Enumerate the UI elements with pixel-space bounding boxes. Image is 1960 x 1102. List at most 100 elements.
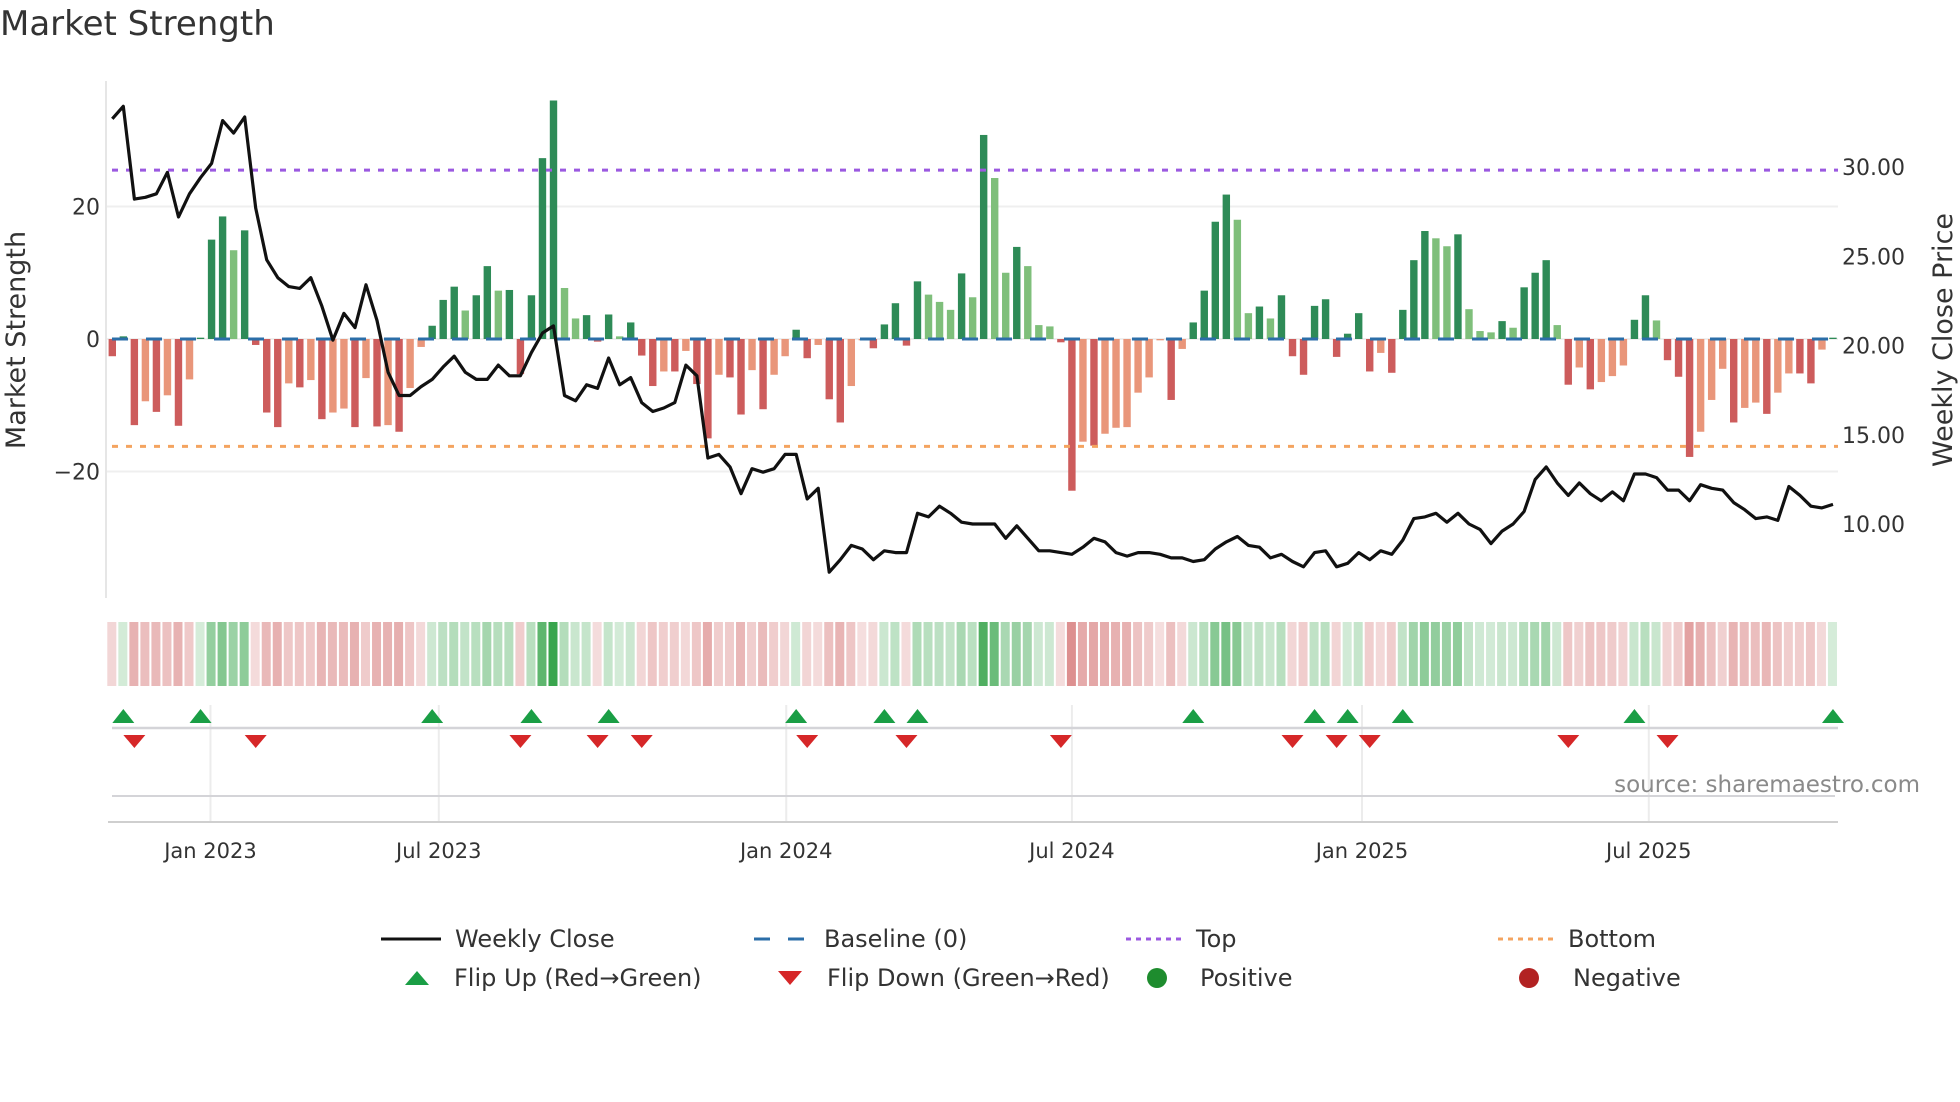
- heat-cell: [680, 622, 690, 686]
- flip-up-marker: [421, 709, 444, 723]
- y2-tick-label: 20.00: [1842, 335, 1905, 360]
- heat-cell: [846, 622, 856, 686]
- legend-negative: Negative: [1517, 964, 1681, 992]
- heat-cell: [1706, 622, 1716, 686]
- strength-heat-strip: [107, 622, 1837, 686]
- heat-cell: [1508, 622, 1518, 686]
- bar-negative: [1090, 339, 1098, 446]
- bar-negative: [1332, 339, 1341, 357]
- heat-cell: [934, 622, 944, 686]
- legend-label: Positive: [1200, 964, 1293, 992]
- heat-cell: [360, 622, 370, 686]
- source-credit: source: sharemaestro.com: [1614, 772, 1920, 798]
- bar-positive: [1399, 309, 1407, 339]
- heat-cell: [1441, 622, 1451, 686]
- bar-positive: [979, 134, 988, 339]
- y2-tick-label: 30.00: [1842, 156, 1905, 181]
- bar-negative: [351, 339, 359, 428]
- heat-cell: [1695, 622, 1705, 686]
- heat-cell: [1298, 622, 1308, 686]
- bar-negative: [1377, 339, 1385, 353]
- heat-cell: [460, 622, 470, 686]
- heat-cell: [647, 622, 657, 686]
- bar-positive: [1277, 295, 1286, 339]
- heat-cell: [482, 622, 492, 686]
- bar-negative: [163, 339, 172, 396]
- bar-negative: [1674, 339, 1683, 377]
- heat-cell: [438, 622, 448, 686]
- heat-cell: [1486, 622, 1496, 686]
- bar-positive: [582, 315, 591, 339]
- bar-negative: [1288, 339, 1297, 357]
- bar-positive: [1421, 231, 1429, 339]
- heat-cell: [1066, 622, 1076, 686]
- y2-tick-label: 25.00: [1842, 245, 1905, 270]
- bar-negative: [1741, 339, 1749, 408]
- bar-positive: [1244, 313, 1253, 339]
- flip-up-marker: [873, 709, 896, 723]
- bar-positive: [439, 299, 447, 339]
- bar-negative: [1774, 339, 1782, 393]
- bar-positive: [1222, 194, 1231, 339]
- legend-label: Weekly Close: [455, 925, 615, 953]
- bar-negative: [1718, 339, 1727, 369]
- heat-cell: [901, 622, 911, 686]
- flip-up-marker: [785, 709, 808, 723]
- heat-cell: [1386, 622, 1396, 686]
- bar-positive: [1233, 219, 1242, 339]
- bar-negative: [1057, 339, 1065, 343]
- bar-negative: [263, 339, 271, 413]
- heat-cell: [1265, 622, 1275, 686]
- heat-cell: [1717, 622, 1727, 686]
- heat-cell: [151, 622, 161, 686]
- heat-cell: [1166, 622, 1176, 686]
- heat-cell: [868, 622, 878, 686]
- heat-cell: [349, 622, 359, 686]
- bar-positive: [1189, 322, 1197, 339]
- heat-cell: [195, 622, 205, 686]
- heat-cell: [1044, 622, 1054, 686]
- heat-cell: [1673, 622, 1683, 686]
- heat-cell: [1397, 622, 1407, 686]
- bar-negative: [152, 339, 161, 412]
- bar-negative: [1730, 339, 1738, 423]
- triangle-down-icon: [778, 971, 802, 985]
- heat-cell: [1519, 622, 1529, 686]
- heat-cell: [813, 622, 823, 686]
- bar-negative: [1597, 339, 1606, 383]
- bar-positive: [1432, 238, 1440, 339]
- bar-negative: [185, 339, 194, 380]
- heat-cell: [1276, 622, 1286, 686]
- heat-cell: [724, 622, 734, 686]
- flip-up-marker: [1303, 709, 1326, 723]
- legend-label: Baseline (0): [824, 925, 968, 953]
- heat-cell: [1364, 622, 1374, 686]
- flip-up-marker: [1182, 709, 1205, 723]
- bar-positive: [538, 158, 547, 339]
- bar-positive: [924, 294, 933, 339]
- bar-positive: [1266, 318, 1275, 339]
- bar-negative: [1818, 339, 1826, 350]
- x-tick-label: Jul 2024: [1027, 839, 1114, 863]
- x-ticks: Jan 2023 Jul 2023 Jan 2024 Jul 2024 Jan 2025…: [162, 839, 1691, 863]
- bar-negative: [362, 339, 370, 379]
- flip-down-marker: [1656, 735, 1679, 748]
- bar-positive: [1509, 327, 1517, 339]
- bar-positive: [957, 273, 966, 339]
- heat-cell: [669, 622, 679, 686]
- bar-negative: [1696, 339, 1705, 432]
- bar-positive: [627, 322, 635, 339]
- heat-cell: [1144, 622, 1154, 686]
- heat-cell: [967, 622, 977, 686]
- bar-positive: [1531, 272, 1539, 339]
- heat-cell: [449, 622, 459, 686]
- dashed-line-icon: [754, 937, 810, 941]
- bar-negative: [825, 339, 833, 400]
- legend-weekly-close: Weekly Close: [381, 925, 615, 953]
- heat-cell: [294, 622, 304, 686]
- bar-negative: [660, 339, 668, 372]
- heat-cell: [1475, 622, 1485, 686]
- heat-cell: [504, 622, 514, 686]
- bar-positive: [1321, 299, 1330, 339]
- bar-negative: [1663, 339, 1672, 361]
